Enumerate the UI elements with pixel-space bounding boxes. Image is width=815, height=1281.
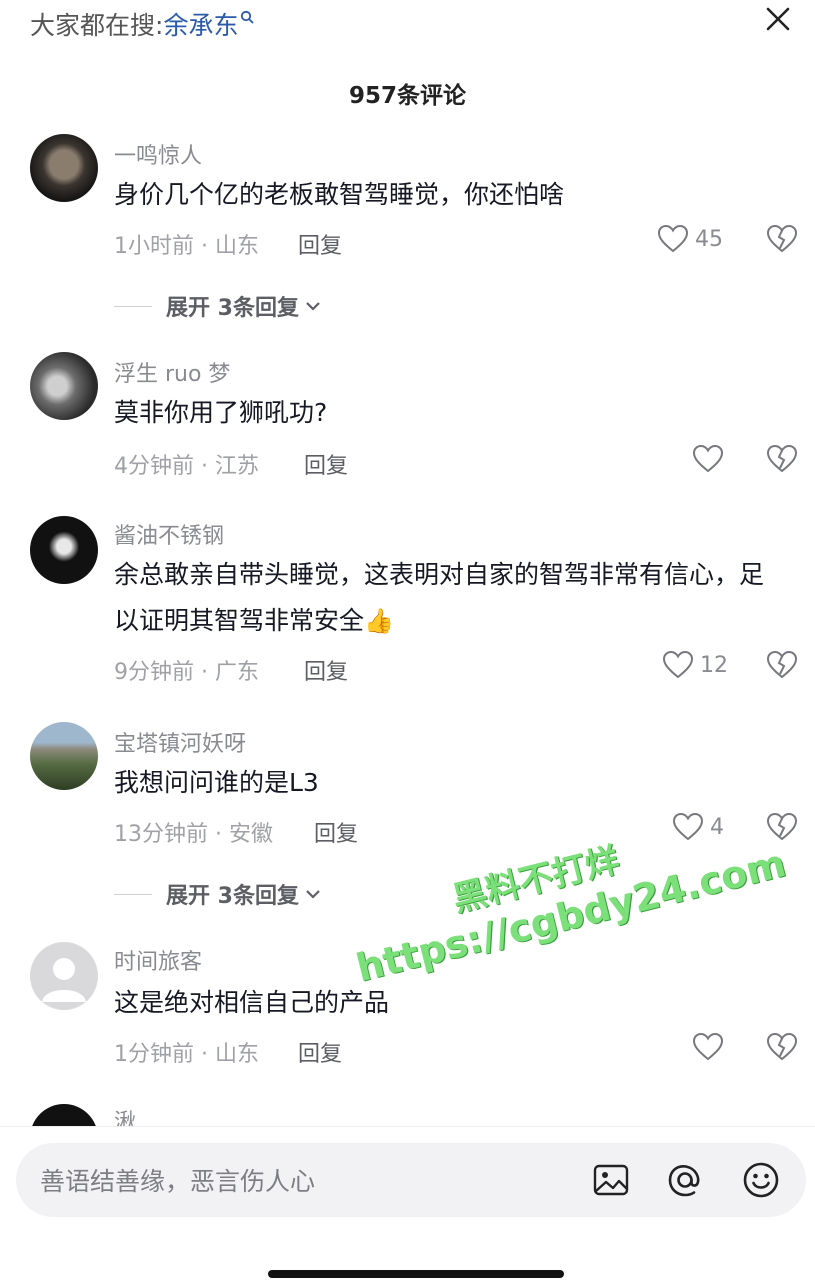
comment-username[interactable]: 酱油不锈钢 bbox=[114, 518, 224, 550]
avatar[interactable] bbox=[30, 1104, 98, 1126]
at-icon[interactable] bbox=[666, 1161, 704, 1199]
comment-text: 我想问问谁的是L3 bbox=[114, 768, 319, 797]
avatar[interactable] bbox=[30, 352, 98, 420]
avatar[interactable] bbox=[30, 134, 98, 202]
reply-button[interactable]: 回复 bbox=[304, 448, 348, 480]
comment-text: 身价几个亿的老板敢智驾睡觉，你还怕啥 bbox=[114, 180, 565, 209]
comment-item: 时间旅客 这是绝对相信自己的产品 1分钟前 · 山东 回复 bbox=[0, 940, 815, 1080]
close-icon[interactable] bbox=[763, 4, 793, 34]
heart-outline-icon bbox=[692, 444, 724, 473]
like-button[interactable] bbox=[692, 1032, 730, 1062]
reply-button[interactable]: 回复 bbox=[314, 816, 358, 848]
default-avatar-icon[interactable] bbox=[30, 942, 98, 1010]
reply-button[interactable]: 回复 bbox=[298, 1036, 342, 1068]
comment-input-bar bbox=[0, 1126, 815, 1281]
avatar[interactable] bbox=[30, 516, 98, 584]
thumbs-up-icon: 👍 bbox=[364, 607, 394, 635]
chevron-down-icon bbox=[306, 302, 320, 311]
comment-username[interactable]: 湫 bbox=[114, 1104, 136, 1126]
comment-username[interactable]: 时间旅客 bbox=[114, 944, 202, 976]
like-count: 45 bbox=[695, 226, 723, 252]
top-bar: 大家都在搜:余承东 bbox=[0, 0, 815, 60]
comment-meta: 1小时前 · 山东 bbox=[114, 234, 259, 259]
like-count: 4 bbox=[710, 814, 724, 840]
comment-username[interactable]: 一鸣惊人 bbox=[114, 138, 202, 170]
image-icon[interactable] bbox=[592, 1161, 630, 1199]
like-button[interactable]: 45 bbox=[657, 224, 723, 254]
search-suggestion-keyword[interactable]: 余承东 bbox=[163, 11, 238, 40]
like-button[interactable]: 12 bbox=[662, 650, 728, 680]
reply-button[interactable]: 回复 bbox=[298, 228, 342, 260]
comment-text: 莫非你用了狮吼功? bbox=[114, 398, 328, 427]
comment-input[interactable] bbox=[38, 1143, 582, 1219]
like-button[interactable] bbox=[692, 444, 730, 474]
divider bbox=[114, 305, 152, 307]
comment-text: 余总敢亲自带头睡觉，这表明对自家的智驾非常有信心，足以证明其智驾非常安全👍 bbox=[114, 552, 764, 644]
like-count: 12 bbox=[700, 652, 728, 678]
heart-outline-icon bbox=[672, 812, 704, 841]
search-icon bbox=[241, 10, 254, 24]
divider bbox=[114, 893, 152, 895]
comment-item: 宝塔镇河妖呀 我想问问谁的是L3 13分钟前 · 安徽 回复 4 展开 3条回复 bbox=[0, 720, 815, 920]
comment-item: 湫 bbox=[0, 1100, 815, 1126]
search-suggestion-prefix: 大家都在搜: bbox=[30, 11, 164, 40]
comment-meta: 1分钟前 · 山东 bbox=[114, 1042, 259, 1067]
broken-heart-icon[interactable] bbox=[766, 650, 798, 680]
broken-heart-icon[interactable] bbox=[766, 444, 798, 474]
comment-item: 酱油不锈钢 余总敢亲自带头睡觉，这表明对自家的智驾非常有信心，足以证明其智驾非常… bbox=[0, 512, 815, 692]
expand-replies-label: 展开 3条回复 bbox=[166, 296, 299, 321]
broken-heart-icon[interactable] bbox=[766, 224, 798, 254]
avatar[interactable] bbox=[30, 722, 98, 790]
comment-count-title: 957条评论 bbox=[348, 83, 466, 109]
heart-outline-icon bbox=[657, 224, 689, 253]
comment-item: 一鸣惊人 身价几个亿的老板敢智驾睡觉，你还怕啥 1小时前 · 山东 回复 45 … bbox=[0, 128, 815, 328]
broken-heart-icon[interactable] bbox=[766, 1032, 798, 1062]
like-button[interactable]: 4 bbox=[672, 812, 724, 842]
comment-meta: 4分钟前 · 江苏 bbox=[114, 454, 259, 479]
chevron-down-icon bbox=[306, 890, 320, 899]
comment-meta: 9分钟前 · 广东 bbox=[114, 660, 259, 685]
comment-text-body: 余总敢亲自带头睡觉，这表明对自家的智驾非常有信心，足以证明其智驾非常安全 bbox=[114, 560, 765, 635]
heart-outline-icon bbox=[692, 1032, 724, 1061]
comment-text: 这是绝对相信自己的产品 bbox=[114, 988, 390, 1017]
comment-item: 浮生 ruo 梦 莫非你用了狮吼功? 4分钟前 · 江苏 回复 bbox=[0, 350, 815, 490]
comment-meta: 13分钟前 · 安徽 bbox=[114, 822, 273, 847]
comment-input-box bbox=[16, 1143, 806, 1219]
smiley-icon[interactable] bbox=[742, 1161, 780, 1199]
broken-heart-icon[interactable] bbox=[766, 812, 798, 842]
home-indicator[interactable] bbox=[268, 1270, 564, 1278]
heart-outline-icon bbox=[662, 650, 694, 679]
comment-username[interactable]: 浮生 ruo 梦 bbox=[114, 356, 230, 388]
reply-button[interactable]: 回复 bbox=[304, 654, 348, 686]
expand-replies-button[interactable]: 展开 3条回复 bbox=[114, 290, 321, 322]
expand-replies-label: 展开 3条回复 bbox=[166, 884, 299, 909]
comment-username[interactable]: 宝塔镇河妖呀 bbox=[114, 726, 246, 758]
search-suggestion[interactable]: 大家都在搜:余承东 bbox=[30, 6, 254, 42]
expand-replies-button[interactable]: 展开 3条回复 bbox=[114, 878, 321, 910]
